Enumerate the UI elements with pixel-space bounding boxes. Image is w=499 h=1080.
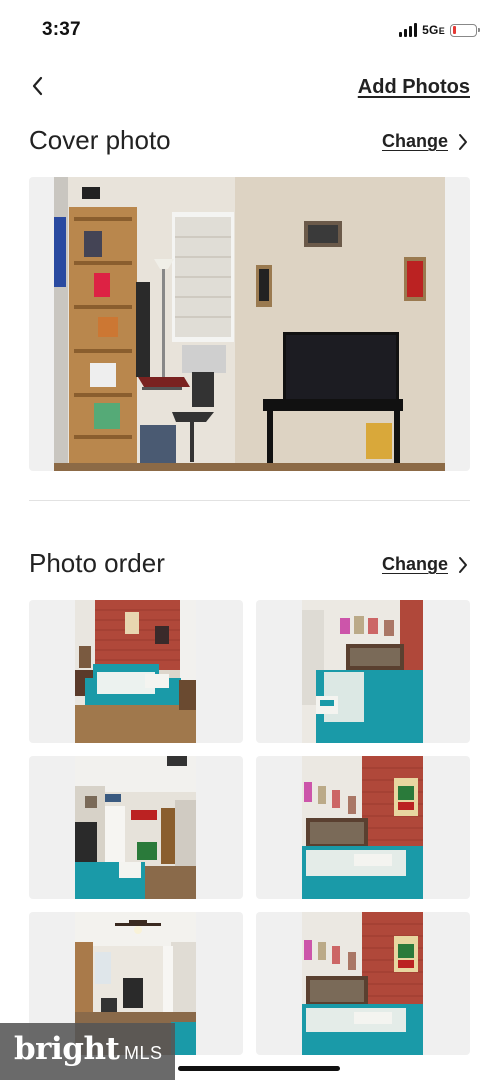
cover-change-label: Change (381, 131, 448, 151)
photo-thumbnail (302, 600, 423, 743)
photo-thumbnail (302, 756, 423, 899)
top-nav: Add Photos (0, 68, 499, 108)
cellular-signal-icon (399, 23, 418, 37)
cover-photo[interactable] (29, 177, 470, 471)
section-divider (29, 500, 470, 501)
back-button[interactable] (26, 74, 50, 98)
cover-change-button[interactable]: Change (382, 131, 470, 152)
add-photos-button[interactable]: Add Photos (358, 76, 470, 99)
photo-order-change-button[interactable]: Change (382, 554, 470, 575)
status-time: 3:37 (42, 19, 81, 40)
chevron-right-icon (459, 133, 467, 150)
battery-icon (450, 23, 480, 37)
watermark-suffix: MLS (124, 1043, 163, 1063)
photo-order-header: Photo order Change (29, 548, 470, 582)
photo-tile-1[interactable] (29, 600, 243, 743)
photo-thumbnail (302, 912, 423, 1055)
photo-order-title: Photo order (29, 548, 165, 578)
photo-tile-3[interactable] (29, 756, 243, 899)
bright-mls-watermark: bright MLS (0, 1023, 175, 1080)
photo-tile-4[interactable] (256, 756, 470, 899)
cover-photo-header: Cover photo Change (29, 125, 470, 159)
photo-thumbnail (75, 756, 196, 899)
chevron-right-icon (459, 556, 467, 573)
home-indicator[interactable] (178, 1066, 340, 1071)
chevron-left-icon (32, 76, 43, 96)
photo-tile-2[interactable] (256, 600, 470, 743)
status-bar: 3:37 5GE (0, 0, 499, 60)
watermark-brand: bright (14, 1031, 120, 1067)
cover-photo-image (54, 177, 445, 471)
status-indicators: 5GE (399, 20, 480, 40)
cover-photo-title: Cover photo (29, 125, 171, 155)
network-label: 5GE (422, 23, 445, 37)
photo-thumbnail (75, 600, 196, 743)
photo-order-change-label: Change (381, 554, 448, 574)
photo-tile-6[interactable] (256, 912, 470, 1055)
battery-level (452, 26, 456, 34)
